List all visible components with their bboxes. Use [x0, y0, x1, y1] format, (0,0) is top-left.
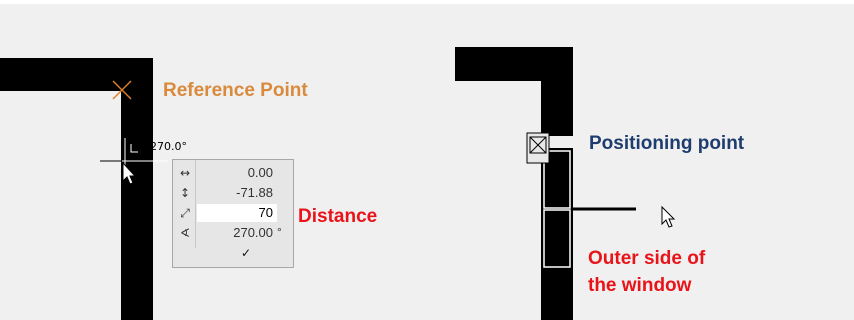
positioning-point-marker — [526, 132, 550, 164]
tracker-row-angle[interactable]: ∢ 270.00 ° — [173, 224, 293, 242]
tracker-dx-unit — [277, 164, 289, 182]
coordinate-tracker[interactable]: ↔ 0.00 ↕ -71.88 ⤢ 70 ∢ 270.00 ° ✓ — [172, 159, 294, 268]
horizontal-arrows-icon: ↔ — [179, 166, 191, 180]
drawing-canvas[interactable]: 270.0° Reference Point Distance Position… — [0, 0, 854, 320]
drawing-overlay — [100, 80, 676, 270]
outer-side-label-line2: the window — [588, 275, 692, 296]
tracker-angle-unit: ° — [277, 225, 282, 239]
tracker-angle-value[interactable]: 270.00 — [197, 224, 277, 242]
tracker-row-dx[interactable]: ↔ 0.00 — [173, 164, 293, 182]
tracker-row-dy[interactable]: ↕ -71.88 — [173, 184, 293, 202]
tracker-dy-unit — [277, 184, 289, 202]
positioning-point-label: Positioning point — [589, 133, 745, 154]
angle-readout: 270.0° — [150, 140, 187, 153]
tracker-dy-value[interactable]: -71.88 — [197, 184, 277, 202]
vertical-arrows-icon: ↕ — [179, 186, 191, 200]
tracker-distance-unit — [277, 204, 289, 222]
reference-point-label: Reference Point — [163, 80, 308, 101]
distance-icon: ⤢ — [180, 206, 190, 220]
tracker-dx-value[interactable]: 0.00 — [197, 164, 277, 182]
mouse-pointer-right-icon — [661, 205, 676, 228]
tracker-row-distance[interactable]: ⤢ 70 — [173, 204, 293, 222]
mouse-pointer-icon — [122, 161, 137, 185]
tracker-distance-input[interactable]: 70 — [197, 204, 277, 222]
confirm-check-icon[interactable]: ✓ — [241, 246, 251, 260]
distance-label: Distance — [298, 206, 378, 227]
outer-side-label-line1: Outer side of — [588, 248, 706, 269]
angle-icon: ∢ — [179, 226, 191, 240]
reference-point-marker — [112, 80, 132, 100]
